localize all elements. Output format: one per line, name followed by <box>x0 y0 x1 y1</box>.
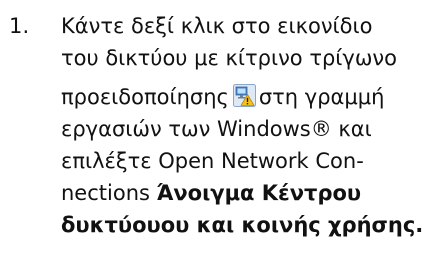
step-line-2: του δικτύου με κίτρινο τρίγωνο <box>61 46 397 70</box>
instruction-step: 1. Κάντε δεξί κλικ στο εικονίδιο του δικ… <box>0 0 445 258</box>
network-warning-icon <box>232 84 256 107</box>
step-line-7: δυκτύουου και κοινής χρήσης. <box>61 213 424 237</box>
step-text: Κάντε δεξί κλικ στο εικονίδιο του δικτύο… <box>61 10 441 241</box>
taskbar-text: στη γραμμή <box>258 85 385 109</box>
step-line-5: επιλέξτε Open Network Con- <box>61 149 364 173</box>
step-line-4: εργασιών των Windows® και <box>61 117 372 141</box>
step-line-6: nections Άνοιγμα Κέντρου <box>61 177 441 209</box>
warning-text: προειδοποίησης <box>61 85 229 109</box>
menu-option-greek-bold: Άνοιγμα Κέντρου <box>156 181 362 205</box>
menu-option-text: nections <box>61 181 157 205</box>
step-line-3: προειδοποίησης στη γραμμή <box>61 81 441 113</box>
step-number: 1. <box>9 14 30 38</box>
step-line-1: Κάντε δεξί κλικ στο εικονίδιο <box>61 14 373 38</box>
